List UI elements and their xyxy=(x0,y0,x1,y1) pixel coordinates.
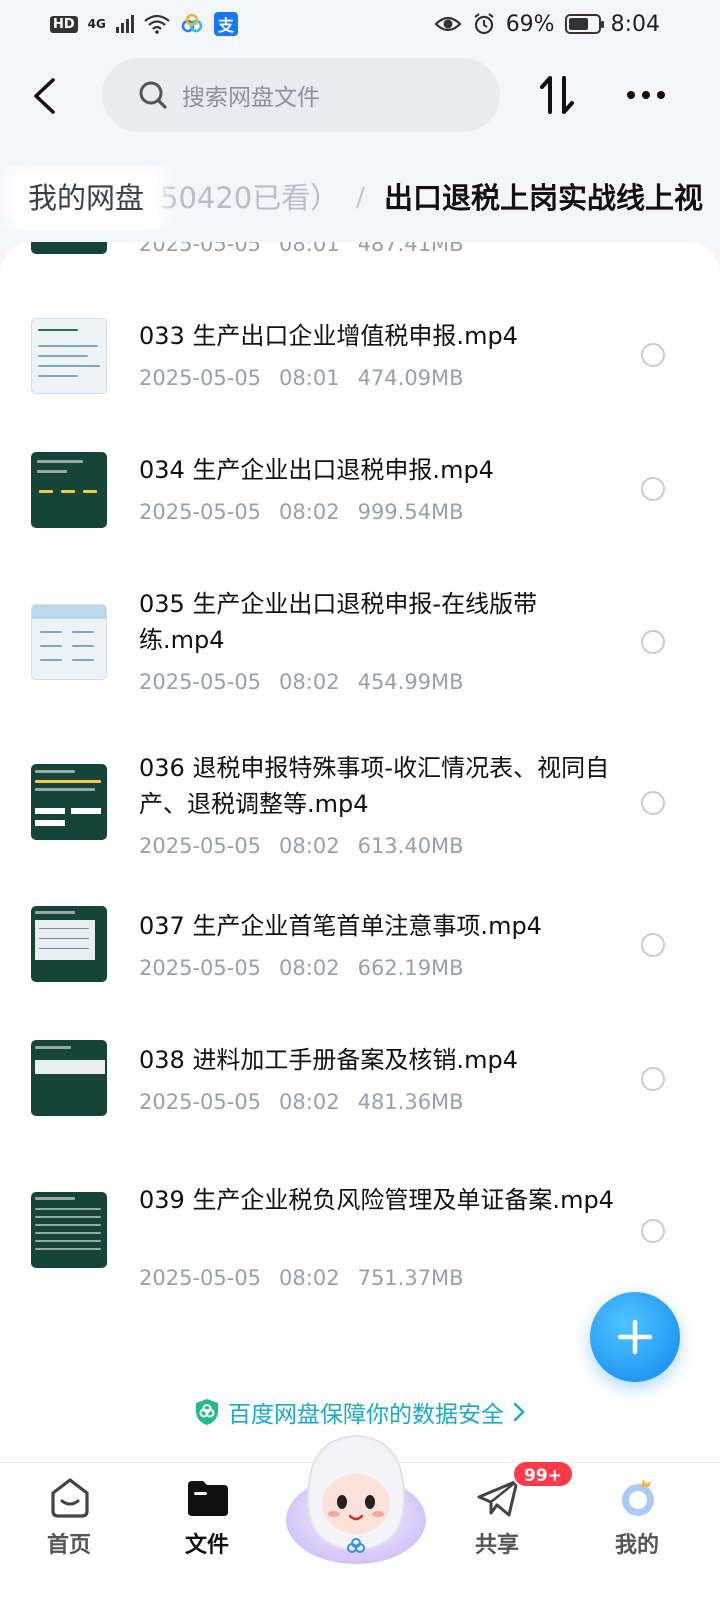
file-title: 036 退税申报特殊事项-收汇情况表、视同自产、退税调整等.mp4 xyxy=(139,754,610,818)
file-meta: 2025-05-05 08:01 487.41MB xyxy=(139,242,464,256)
alarm-icon xyxy=(474,13,494,35)
file-title: 037 生产企业首笔首单注意事项.mp4 xyxy=(139,912,542,940)
more-icon xyxy=(627,91,665,99)
video-thumbnail xyxy=(31,604,107,680)
list-item[interactable]: 039 生产企业税负风险管理及单证备案.mp4 2025-05-05 08:02 7… xyxy=(0,1166,720,1316)
wifi-icon xyxy=(144,14,170,34)
breadcrumb: 50420已看） 我的网盘 / 出口退税上岗实战线上视 xyxy=(0,166,720,230)
home-icon xyxy=(51,1478,89,1518)
nav-share-label: 共享 xyxy=(474,1533,519,1558)
signal-icon xyxy=(115,15,134,33)
hd-indicator: HD xyxy=(50,15,78,33)
status-bar: HD 4G 支 69% 8:04 xyxy=(0,0,720,48)
file-meta: 2025-05-05 08:02 454.99MB xyxy=(139,670,464,694)
list-item[interactable]: 034 生产企业出口退税申报.mp4 2025-05-05 08:02 999.54… xyxy=(0,436,720,556)
nav-files[interactable]: 文件 xyxy=(152,1463,262,1600)
share-badge: 99+ xyxy=(512,1460,574,1488)
select-checkbox[interactable] xyxy=(641,477,665,501)
nav-mine-label: 我的 xyxy=(614,1533,659,1558)
search-placeholder: 搜索网盘文件 xyxy=(182,85,320,111)
alipay-icon: 支 xyxy=(213,12,238,36)
file-meta: 2025-05-05 08:01 474.09MB xyxy=(139,366,464,390)
file-title: 034 生产企业出口退税申报.mp4 xyxy=(139,456,494,484)
search-icon xyxy=(139,81,167,109)
list-item[interactable]: 2025-05-05 08:01 487.41MB xyxy=(0,242,720,262)
file-title: 033 生产出口企业增值税申报.mp4 xyxy=(139,322,518,350)
file-meta: 2025-05-05 08:02 999.54MB xyxy=(139,500,464,524)
mascot-assistant-icon[interactable] xyxy=(282,1420,430,1570)
video-thumbnail xyxy=(31,1192,107,1268)
nav-mine[interactable]: 我的 xyxy=(582,1463,692,1600)
baidu-netdisk-icon xyxy=(181,13,203,33)
video-thumbnail xyxy=(31,242,107,254)
list-item[interactable]: 036 退税申报特殊事项-收汇情况表、视同自产、退税调整等.mp4 2025-0… xyxy=(0,734,720,884)
video-thumbnail xyxy=(31,906,107,982)
file-meta: 2025-05-05 08:02 751.37MB xyxy=(139,1266,464,1290)
select-checkbox[interactable] xyxy=(641,630,665,654)
eye-icon xyxy=(434,16,462,32)
video-thumbnail xyxy=(31,764,107,840)
network-type: 4G xyxy=(87,17,106,31)
file-meta: 2025-05-05 08:02 662.19MB xyxy=(139,956,464,980)
shield-icon xyxy=(196,1399,218,1425)
plus-icon xyxy=(617,1319,653,1355)
nav-home-label: 首页 xyxy=(46,1533,91,1558)
nav-files-label: 文件 xyxy=(184,1533,229,1558)
back-arrow-icon xyxy=(34,78,55,114)
back-button[interactable] xyxy=(20,68,68,124)
top-bar: 搜索网盘文件 xyxy=(0,56,720,136)
breadcrumb-root[interactable]: 我的网盘 xyxy=(14,172,159,224)
battery-percent: 69% xyxy=(505,11,555,37)
list-item[interactable]: 037 生产企业首笔首单注意事项.mp4 2025-05-05 08:02 662.… xyxy=(0,898,720,1018)
select-checkbox[interactable] xyxy=(641,1067,665,1091)
sort-icon xyxy=(540,76,574,114)
status-right: 69% 8:04 xyxy=(434,12,660,37)
select-checkbox[interactable] xyxy=(641,343,665,367)
select-checkbox[interactable] xyxy=(641,1219,665,1243)
select-checkbox[interactable] xyxy=(641,933,665,957)
chevron-right-icon xyxy=(513,1402,525,1422)
folder-icon xyxy=(188,1481,228,1516)
video-thumbnail xyxy=(31,452,107,528)
file-meta: 2025-05-05 08:02 613.40MB xyxy=(139,834,464,858)
list-item[interactable]: 038 进料加工手册备案及核销.mp4 2025-05-05 08:02 481.3… xyxy=(0,1032,720,1152)
profile-icon xyxy=(622,1479,654,1516)
sort-button[interactable] xyxy=(534,72,580,118)
status-left: HD 4G 支 xyxy=(50,12,238,36)
more-button[interactable] xyxy=(620,72,672,118)
file-title: 038 进料加工手册备案及核销.mp4 xyxy=(139,1046,518,1074)
video-thumbnail xyxy=(31,1040,107,1116)
file-meta: 2025-05-05 08:02 481.36MB xyxy=(139,1090,464,1114)
breadcrumb-current: 出口退税上岗实战线上视 xyxy=(384,181,704,215)
video-thumbnail xyxy=(31,318,107,394)
breadcrumb-separator: / xyxy=(356,183,365,213)
nav-home[interactable]: 首页 xyxy=(14,1463,124,1600)
clock: 8:04 xyxy=(610,11,660,37)
file-title: 039 生产企业税负风险管理及单证备案.mp4 xyxy=(139,1186,614,1214)
file-title: 035 生产企业出口退税申报-在线版带练.mp4 xyxy=(139,590,538,654)
select-checkbox[interactable] xyxy=(641,791,665,815)
list-item[interactable]: 035 生产企业出口退税申报-在线版带练.mp4 2025-05-05 08:02… xyxy=(0,570,720,720)
battery-icon xyxy=(564,14,604,34)
breadcrumb-parent[interactable]: 50420已看） xyxy=(160,172,339,224)
file-list: 2025-05-05 08:01 487.41MB 033 生产出口企业增值税申报.… xyxy=(0,242,720,1480)
list-item[interactable]: 033 生产出口企业增值税申报.mp4 2025-05-05 08:01 474.0… xyxy=(0,302,720,422)
search-input[interactable]: 搜索网盘文件 xyxy=(102,58,500,132)
add-button[interactable] xyxy=(590,1292,680,1382)
